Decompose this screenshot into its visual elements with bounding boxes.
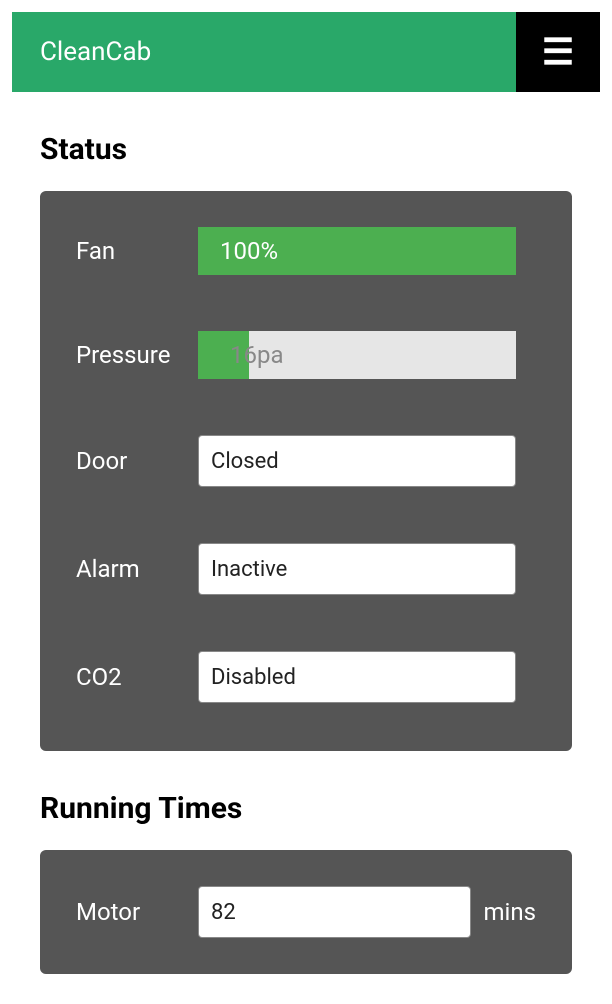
app-header: CleanCab ☰ <box>12 12 600 92</box>
status-section-title: Status <box>40 132 572 167</box>
fan-row: Fan 100% <box>76 227 536 275</box>
pressure-progress: 16pa <box>198 331 516 379</box>
pressure-label: Pressure <box>76 341 198 369</box>
door-row: Door Closed <box>76 435 536 487</box>
motor-unit: mins <box>471 898 536 926</box>
pressure-row: Pressure 16pa <box>76 331 536 379</box>
alarm-value: Inactive <box>198 543 516 595</box>
running-times-panel: Motor 82 mins <box>40 850 572 974</box>
co2-row: CO2 Disabled <box>76 651 536 703</box>
motor-value: 82 <box>198 886 471 938</box>
alarm-label: Alarm <box>76 555 198 583</box>
pressure-progress-value: 16pa <box>198 331 284 379</box>
alarm-row: Alarm Inactive <box>76 543 536 595</box>
fan-label: Fan <box>76 237 198 265</box>
motor-label: Motor <box>76 898 198 926</box>
co2-label: CO2 <box>76 663 198 691</box>
co2-value: Disabled <box>198 651 516 703</box>
hamburger-icon: ☰ <box>542 31 574 73</box>
running-times-section-title: Running Times <box>40 791 572 826</box>
fan-progress: 100% <box>198 227 516 275</box>
motor-row: Motor 82 mins <box>76 886 536 938</box>
status-panel: Fan 100% Pressure 16pa Door Closed Alarm… <box>40 191 572 751</box>
fan-progress-value: 100% <box>198 227 278 275</box>
app-title: CleanCab <box>12 12 516 92</box>
door-label: Door <box>76 447 198 475</box>
door-value: Closed <box>198 435 516 487</box>
menu-button[interactable]: ☰ <box>516 12 600 92</box>
